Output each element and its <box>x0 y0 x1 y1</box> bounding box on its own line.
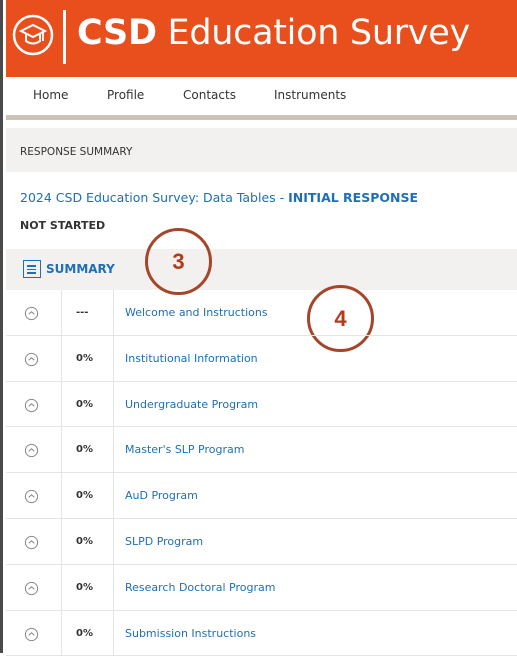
sections-table: --- Welcome and Instructions 0% Institut… <box>6 290 517 656</box>
section-link-research-doctoral[interactable]: Research Doctoral Program <box>125 581 275 594</box>
callout-3: 3 <box>145 228 212 295</box>
summary-link[interactable]: SUMMARY <box>46 262 115 276</box>
section-progress: 0% <box>76 444 93 456</box>
header-divider <box>63 10 66 64</box>
survey-title[interactable]: 2024 CSD Education Survey: Data Tables -… <box>20 190 418 205</box>
nav-home[interactable]: Home <box>33 88 68 102</box>
clock-icon <box>24 444 39 458</box>
survey-title-text: 2024 CSD Education Survey: Data Tables - <box>20 190 289 205</box>
survey-status: NOT STARTED <box>20 219 106 232</box>
response-summary-bar: RESPONSE SUMMARY <box>6 128 517 172</box>
section-progress: 0% <box>76 627 93 639</box>
app-header: CSD Education Survey <box>6 0 517 77</box>
table-row: 0% Research Doctoral Program <box>6 564 517 611</box>
section-link-slpd[interactable]: SLPD Program <box>125 535 203 548</box>
list-icon[interactable] <box>23 260 41 278</box>
clock-icon <box>24 306 39 321</box>
section-link-institutional[interactable]: Institutional Information <box>125 352 258 365</box>
graduation-cap-icon <box>12 14 54 56</box>
main-nav: Home Profile Contacts Instruments <box>6 77 517 120</box>
section-link-welcome[interactable]: Welcome and Instructions <box>125 306 268 319</box>
table-row: 0% Master's SLP Program <box>6 427 517 474</box>
clock-icon <box>24 535 39 550</box>
section-progress: 0% <box>76 352 93 364</box>
section-link-aud[interactable]: AuD Program <box>125 489 198 502</box>
nav-contacts[interactable]: Contacts <box>183 88 236 102</box>
nav-profile[interactable]: Profile <box>107 88 144 102</box>
section-progress: 0% <box>76 398 93 410</box>
section-link-undergraduate[interactable]: Undergraduate Program <box>125 398 258 411</box>
table-row: 0% Submission Instructions <box>6 610 517 656</box>
table-row: 0% Undergraduate Program <box>6 381 517 428</box>
table-row: 0% SLPD Program <box>6 518 517 565</box>
section-progress: 0% <box>76 535 93 547</box>
page-frame: CSD Education Survey Home Profile Contac… <box>0 0 517 656</box>
clock-icon <box>24 398 39 412</box>
table-row: 0% AuD Program <box>6 473 517 519</box>
nav-instruments[interactable]: Instruments <box>274 88 346 102</box>
response-type: INITIAL RESPONSE <box>288 190 419 205</box>
table-row: 0% Institutional Information <box>6 335 517 382</box>
app-title-rest: Education Survey <box>156 13 471 53</box>
section-progress: --- <box>76 307 89 318</box>
response-summary-label: RESPONSE SUMMARY <box>20 146 133 158</box>
clock-icon <box>24 581 39 595</box>
app-title-bold: CSD <box>77 13 157 53</box>
clock-icon <box>24 490 39 504</box>
clock-icon <box>24 352 39 366</box>
section-progress: 0% <box>76 581 93 593</box>
section-link-submission[interactable]: Submission Instructions <box>125 627 256 640</box>
section-progress: 0% <box>76 490 93 502</box>
clock-icon <box>24 627 39 641</box>
app-title: CSD Education Survey <box>77 13 470 53</box>
table-row: --- Welcome and Instructions <box>6 290 517 336</box>
summary-bar: SUMMARY <box>6 249 517 290</box>
section-link-masters-slp[interactable]: Master's SLP Program <box>125 443 244 456</box>
